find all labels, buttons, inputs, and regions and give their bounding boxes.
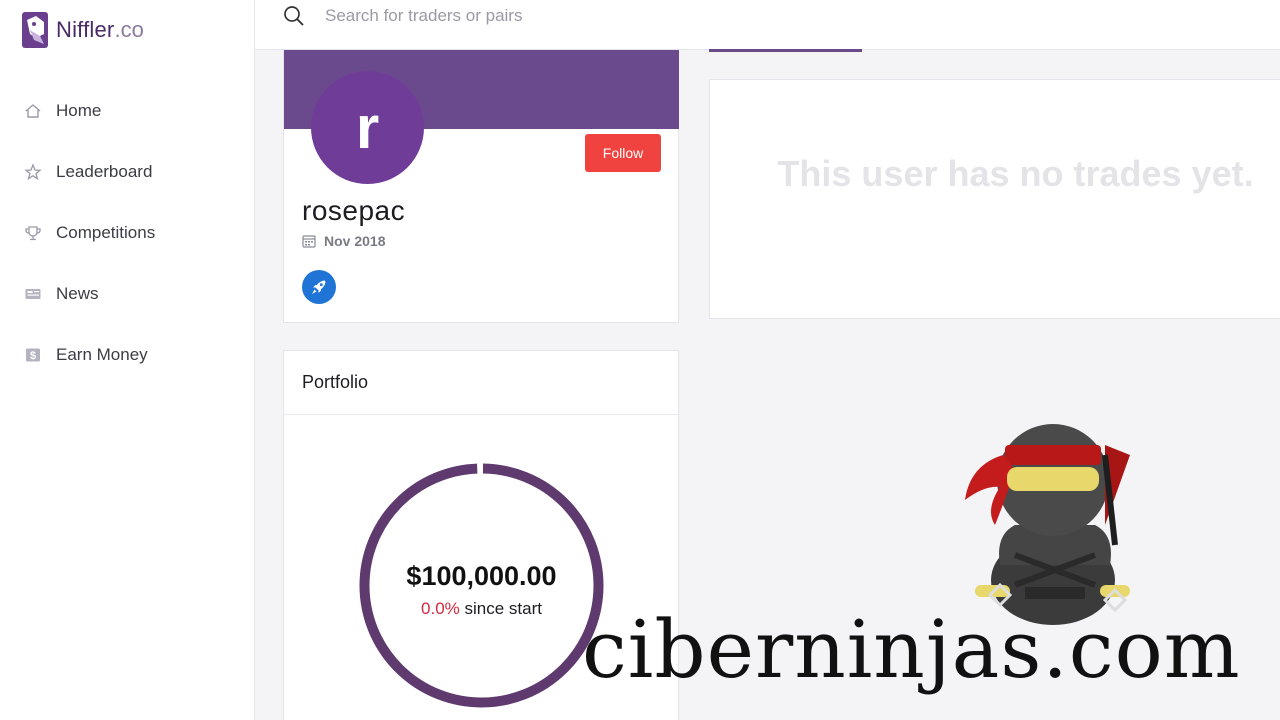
rocket-icon [312, 280, 326, 294]
top-search-bar [255, 0, 1280, 52]
sidebar-item-label: News [56, 283, 99, 303]
search-icon[interactable] [283, 5, 305, 27]
rocket-badge[interactable] [302, 270, 336, 304]
change-percent: 0.0% [421, 599, 460, 618]
sidebar-item-leaderboard[interactable]: Leaderboard [0, 141, 255, 202]
profile-card: r Follow rosepac Nov 2018 [283, 50, 679, 323]
home-icon [24, 102, 42, 120]
brand-tld: .co [114, 17, 144, 42]
sidebar-item-label: Earn Money [56, 344, 148, 364]
no-trades-message: This user has no trades yet. [777, 153, 1254, 194]
watermark-text: ciberninjas.com [582, 603, 1241, 696]
active-tab-indicator [709, 49, 862, 52]
sidebar-item-earn-money[interactable]: $ Earn Money [0, 324, 255, 385]
sidebar: Niffler .co Home Leaderboard Competitions… [0, 0, 255, 720]
sidebar-item-competitions[interactable]: Competitions [0, 202, 255, 263]
username: rosepac [302, 195, 406, 226]
trophy-icon [24, 224, 42, 242]
trades-card: This user has no trades yet. [709, 79, 1280, 319]
star-icon [24, 162, 42, 181]
newspaper-icon [24, 285, 42, 303]
portfolio-change: 0.0% since start [344, 599, 619, 619]
joined-text: Nov 2018 [324, 233, 386, 249]
ninja-mascot-icon [965, 424, 1130, 625]
follow-button[interactable]: Follow [585, 134, 661, 172]
calendar-icon [302, 235, 316, 248]
search-input[interactable] [325, 0, 925, 32]
portfolio-header: Portfolio [284, 351, 678, 415]
sidebar-item-label: Home [56, 100, 102, 120]
avatar[interactable]: r [311, 71, 424, 184]
niffler-logo-icon [22, 12, 48, 48]
portfolio-value: $100,000.00 [406, 561, 557, 591]
brand-logo[interactable]: Niffler .co [22, 12, 144, 48]
joined-date: Nov 2018 [302, 233, 385, 249]
change-suffix: since start [464, 599, 542, 618]
sidebar-item-news[interactable]: News [0, 263, 255, 324]
dollar-icon: $ [24, 346, 42, 364]
sidebar-item-label: Competitions [56, 222, 156, 242]
svg-text:$: $ [30, 350, 36, 362]
sidebar-item-home[interactable]: Home [0, 80, 255, 141]
sidebar-item-label: Leaderboard [56, 161, 153, 181]
brand-name: Niffler [56, 17, 115, 42]
portfolio-title: Portfolio [302, 372, 369, 392]
sidebar-nav: Home Leaderboard Competitions News $ Ear… [0, 80, 255, 385]
